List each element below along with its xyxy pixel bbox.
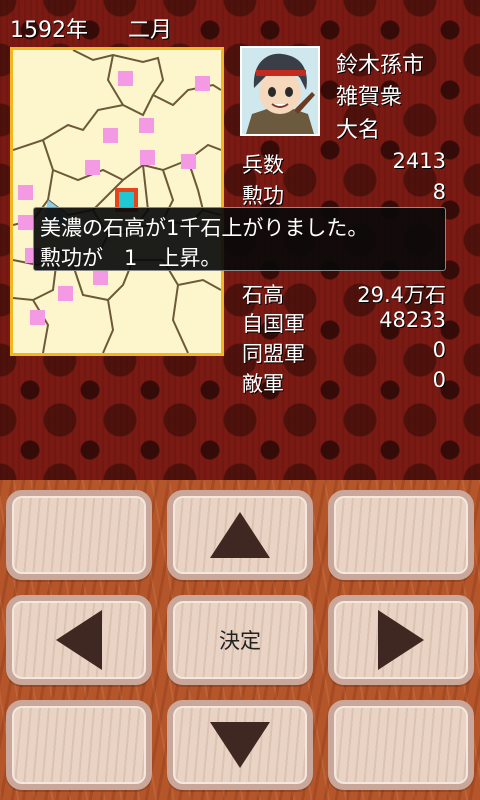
enemy-army-value: 0: [432, 368, 446, 392]
merit-label: 勲功: [242, 184, 284, 208]
province-marker: [140, 150, 155, 165]
province-marker: [195, 76, 210, 91]
province-marker: [93, 270, 108, 285]
arrow-right-icon: [378, 610, 424, 670]
own-army-value: 48233: [379, 308, 446, 332]
province-marker: [18, 215, 33, 230]
merit-value: 8: [432, 180, 446, 204]
selected-province-marker: [119, 192, 134, 208]
allied-army-value: 0: [432, 338, 446, 362]
blank-button-bottom-left[interactable]: [6, 700, 152, 790]
arrow-left-icon: [56, 610, 102, 670]
arrow-up-icon: [210, 512, 270, 558]
officer-rank: 大名: [336, 118, 381, 143]
right-button[interactable]: [328, 595, 474, 685]
year-label: 1592年: [10, 18, 88, 43]
arrow-down-icon: [210, 722, 270, 768]
province-marker: [85, 160, 100, 175]
koku-value: 29.4万石: [357, 283, 446, 307]
province-marker: [139, 118, 154, 133]
blank-button-top-right[interactable]: [328, 490, 474, 580]
ok-button-label: 決定: [219, 629, 261, 653]
control-panel: 決定: [0, 480, 480, 800]
message-line-2: 勲功が 1 上昇。: [40, 246, 222, 270]
troops-value: 2413: [392, 149, 446, 173]
officer-clan: 雑賀衆: [336, 85, 403, 110]
blank-button-top-left[interactable]: [6, 490, 152, 580]
message-line-1: 美濃の石高が1千石上がりました。: [40, 216, 369, 240]
officer-portrait: [240, 46, 320, 136]
down-button[interactable]: [167, 700, 313, 790]
left-button[interactable]: [6, 595, 152, 685]
own-army-label: 自国軍: [242, 312, 305, 336]
province-marker: [30, 310, 45, 325]
enemy-army-label: 敵軍: [242, 372, 284, 396]
message-dialog[interactable]: 美濃の石高が1千石上がりました。 勲功が 1 上昇。: [33, 207, 446, 271]
koku-label: 石高: [242, 283, 284, 307]
troops-label: 兵数: [242, 153, 284, 177]
province-marker: [58, 286, 73, 301]
allied-army-label: 同盟軍: [242, 342, 305, 366]
month-label: 二月: [128, 18, 173, 43]
province-marker: [181, 154, 196, 169]
ok-button[interactable]: 決定: [167, 595, 313, 685]
province-markers: [18, 71, 210, 325]
officer-name: 鈴木孫市: [336, 53, 425, 78]
up-button[interactable]: [167, 490, 313, 580]
province-marker: [18, 185, 33, 200]
blank-button-bottom-right[interactable]: [328, 700, 474, 790]
province-map[interactable]: [10, 47, 224, 356]
province-marker: [118, 71, 133, 86]
province-marker: [103, 128, 118, 143]
